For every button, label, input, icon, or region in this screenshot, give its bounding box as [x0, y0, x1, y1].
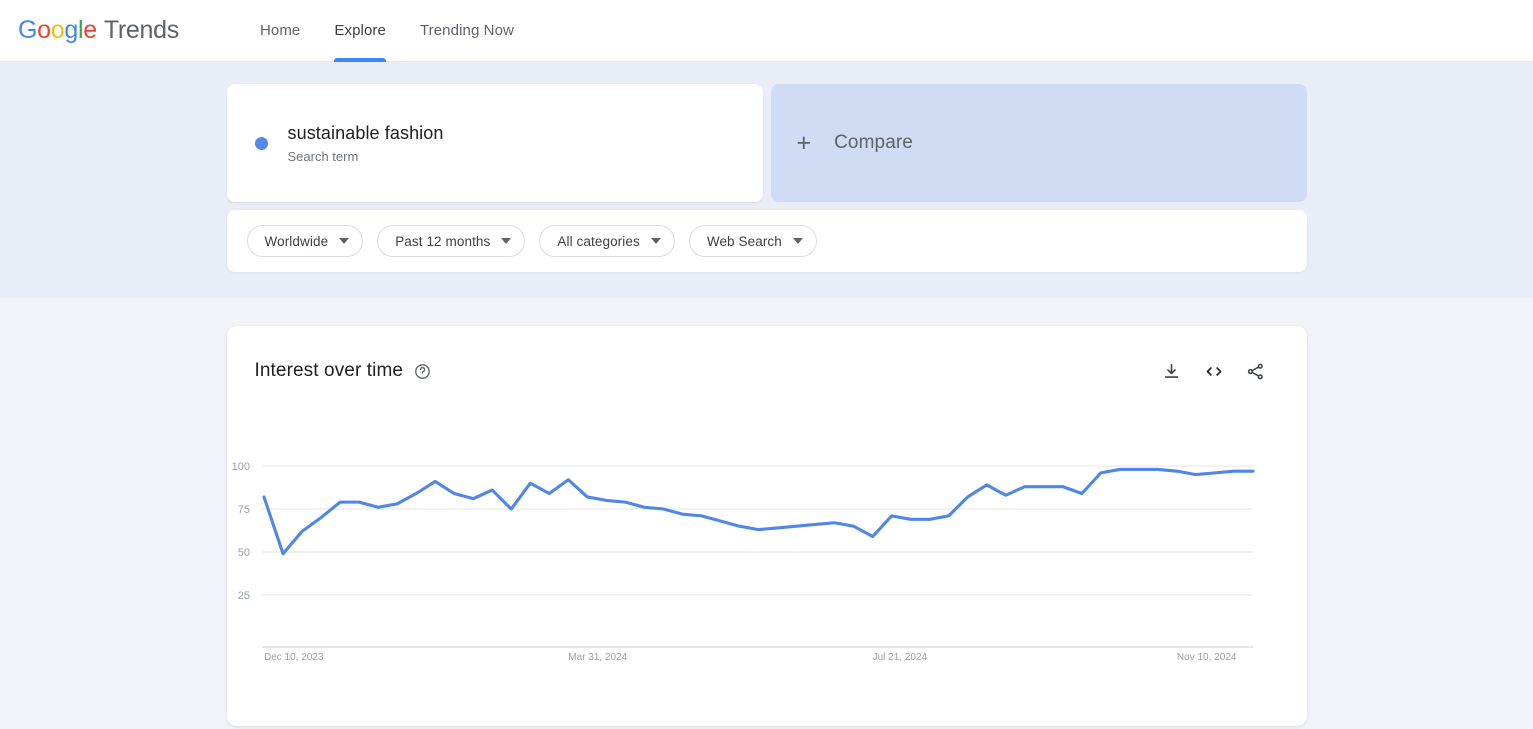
- y-axis-labels: 100 75 50 25: [231, 461, 249, 602]
- chevron-down-icon: [501, 238, 512, 244]
- nav-item-home[interactable]: Home: [260, 0, 300, 62]
- interest-over-time-plot[interactable]: 100 75 50 25 Dec 10, 2023 Mar 31, 2024 Jul 21…: [227, 396, 1307, 716]
- filter-bar: Worldwide Past 12 months All categories …: [226, 210, 1307, 272]
- embed-code-icon[interactable]: [1204, 361, 1224, 381]
- series-color-dot: [254, 136, 268, 150]
- nav-item-explore[interactable]: Explore: [334, 0, 386, 62]
- x-tick-label: Nov 10, 2024: [1176, 652, 1236, 663]
- x-axis-labels: Dec 10, 2023 Mar 31, 2024 Jul 21, 2024 Nov …: [264, 652, 1237, 663]
- y-tick-label: 50: [237, 547, 249, 559]
- chart-actions: [1162, 361, 1279, 381]
- chart-header: Interest over time: [255, 356, 1279, 386]
- logo-trends-text: Trends: [103, 16, 179, 44]
- chart-svg: 100 75 50 25 Dec 10, 2023 Mar 31, 2024 Jul 21…: [231, 461, 1255, 663]
- filter-time-range[interactable]: Past 12 months: [377, 225, 526, 257]
- google-trends-logo[interactable]: Google Trends: [18, 16, 179, 45]
- main-navigation: Home Explore Trending Now: [260, 0, 514, 62]
- chart-section: Interest over time 100 75 50 25 Dec 10, …: [0, 298, 1533, 726]
- query-section: sustainable fashion Search term + Compar…: [0, 62, 1533, 298]
- gridlines: [261, 465, 1253, 648]
- search-term-subtitle: Search term: [287, 149, 359, 164]
- nav-item-trending-now-label: Trending Now: [419, 22, 514, 39]
- compare-button[interactable]: + Compare: [770, 84, 1307, 202]
- query-row: sustainable fashion Search term + Compar…: [226, 84, 1307, 202]
- nav-item-explore-label: Explore: [334, 22, 386, 39]
- filter-search-type[interactable]: Web Search: [688, 225, 817, 257]
- x-tick-label: Jul 21, 2024: [872, 652, 927, 663]
- interest-over-time-card: Interest over time 100 75 50 25 Dec 10, …: [226, 326, 1307, 726]
- app-header: Google Trends Home Explore Trending Now: [0, 0, 1533, 62]
- y-tick-label: 75: [237, 504, 249, 516]
- chevron-down-icon: [650, 238, 661, 244]
- google-wordmark: Google: [18, 16, 97, 44]
- search-term-title: sustainable fashion: [287, 123, 444, 143]
- filter-time-range-label: Past 12 months: [395, 233, 491, 249]
- series-line-sustainable-fashion: [261, 467, 1255, 556]
- x-tick-label: Dec 10, 2023: [264, 652, 324, 663]
- filter-category-label: All categories: [557, 233, 640, 249]
- y-tick-label: 100: [231, 461, 249, 473]
- chevron-down-icon: [339, 238, 350, 244]
- download-icon[interactable]: [1162, 361, 1182, 381]
- filter-category[interactable]: All categories: [539, 225, 675, 257]
- compare-label: Compare: [834, 132, 913, 153]
- x-tick-label: Mar 31, 2024: [568, 652, 627, 663]
- nav-item-home-label: Home: [259, 22, 301, 39]
- filter-location-label: Worldwide: [264, 233, 329, 249]
- plus-icon: +: [796, 128, 812, 157]
- filter-location[interactable]: Worldwide: [246, 225, 364, 257]
- chevron-down-icon: [792, 238, 803, 244]
- y-tick-label: 25: [237, 590, 249, 602]
- share-icon[interactable]: [1246, 361, 1266, 381]
- help-circle-icon[interactable]: [414, 363, 431, 380]
- filter-search-type-label: Web Search: [706, 233, 782, 249]
- search-term-card[interactable]: sustainable fashion Search term: [226, 84, 763, 202]
- nav-item-trending-now[interactable]: Trending Now: [420, 0, 514, 62]
- chart-title: Interest over time: [254, 360, 404, 381]
